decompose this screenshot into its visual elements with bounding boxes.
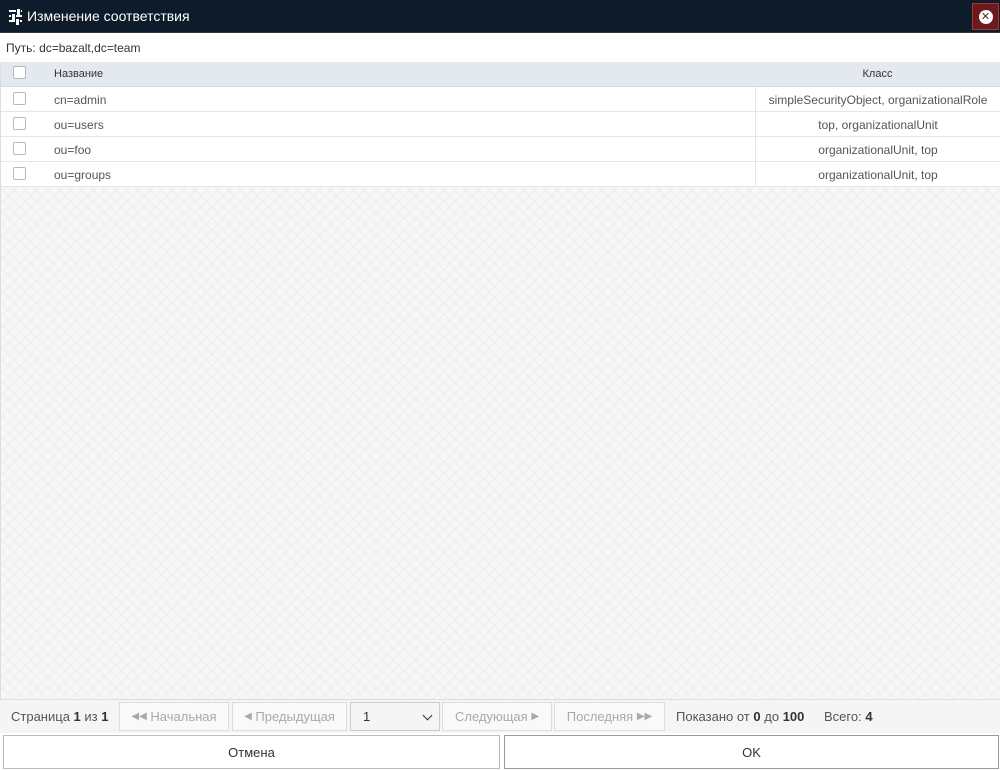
sliders-icon (9, 8, 22, 26)
page-indicator: Страница 1 из 1 (11, 709, 109, 724)
current-page: 1 (73, 709, 81, 724)
double-chevron-right-icon: ▶▶ (636, 711, 653, 722)
cancel-button[interactable]: Отмена (3, 735, 500, 769)
first-page-button[interactable]: ◀◀ Начальная (119, 702, 229, 731)
last-label: Последняя (566, 709, 634, 724)
page-select-value: 1 (363, 709, 371, 724)
ok-button[interactable]: OK (504, 735, 999, 769)
chevron-down-icon (422, 710, 433, 721)
page-select[interactable]: 1 (350, 702, 440, 731)
select-all-checkbox[interactable] (13, 66, 26, 79)
close-circle-icon: ✕ (978, 9, 993, 24)
table-row[interactable]: ou=foo organizationalUnit, top (1, 137, 1000, 162)
column-header-name[interactable]: Название (54, 68, 103, 80)
chevron-left-icon: ◀ (244, 711, 252, 722)
row-class: organizationalUnit, top (755, 137, 1000, 161)
column-header-class[interactable]: Класс (755, 68, 1000, 80)
row-checkbox[interactable] (13, 142, 26, 155)
total-count: Всего: 4 (824, 709, 873, 724)
shown-from: 0 (753, 709, 761, 724)
row-checkbox[interactable] (13, 117, 26, 130)
next-label: Следующая (454, 709, 528, 724)
row-checkbox[interactable] (13, 92, 26, 105)
entries-grid: Название Класс cn=admin simpleSecurityOb… (0, 62, 1000, 699)
prev-page-button[interactable]: ◀ Предыдущая (232, 702, 347, 731)
total-value: 4 (865, 709, 873, 724)
path-bar: Путь: dc=bazalt,dc=team (0, 33, 1000, 62)
first-label: Начальная (150, 709, 217, 724)
row-class: top, organizationalUnit (755, 112, 1000, 136)
dialog-title: Изменение соответствия (27, 8, 190, 24)
dialog-footer: Отмена OK (0, 733, 1000, 770)
path-value: dc=bazalt,dc=team (39, 41, 141, 55)
shown-label: Показано от (676, 709, 750, 724)
row-class: simpleSecurityObject, organizationalRole (755, 87, 1000, 111)
row-name: cn=admin (54, 93, 107, 107)
row-name: ou=groups (54, 168, 112, 182)
next-page-button[interactable]: Следующая ▶ (442, 702, 552, 731)
row-name: ou=foo (54, 143, 92, 157)
of-label: из (84, 709, 98, 724)
page-label: Страница (11, 709, 70, 724)
last-page-button[interactable]: Последняя ▶▶ (554, 702, 665, 731)
table-row[interactable]: ou=groups organizationalUnit, top (1, 162, 1000, 187)
pager: Страница 1 из 1 ◀◀ Начальная ◀ Предыдуща… (0, 699, 1000, 733)
table-row[interactable]: cn=admin simpleSecurityObject, organizat… (1, 87, 1000, 112)
table-row[interactable]: ou=users top, organizationalUnit (1, 112, 1000, 137)
shown-to-label: до (764, 709, 780, 724)
row-name: ou=users (54, 118, 104, 132)
row-checkbox[interactable] (13, 167, 26, 180)
grid-rows: cn=admin simpleSecurityObject, organizat… (1, 87, 1000, 187)
row-class: organizationalUnit, top (755, 162, 1000, 186)
chevron-right-icon: ▶ (531, 711, 540, 722)
path-label: Путь: (6, 41, 36, 55)
total-pages: 1 (101, 709, 109, 724)
total-label: Всего: (824, 709, 862, 724)
double-chevron-left-icon: ◀◀ (131, 711, 147, 722)
prev-label: Предыдущая (255, 709, 335, 724)
close-button[interactable]: ✕ (972, 3, 999, 30)
grid-header: Название Класс (1, 62, 1000, 87)
shown-range: Показано от 0 до 100 (676, 709, 804, 724)
dialog-titlebar: Изменение соответствия ✕ (0, 0, 1000, 33)
shown-to: 100 (782, 709, 805, 724)
